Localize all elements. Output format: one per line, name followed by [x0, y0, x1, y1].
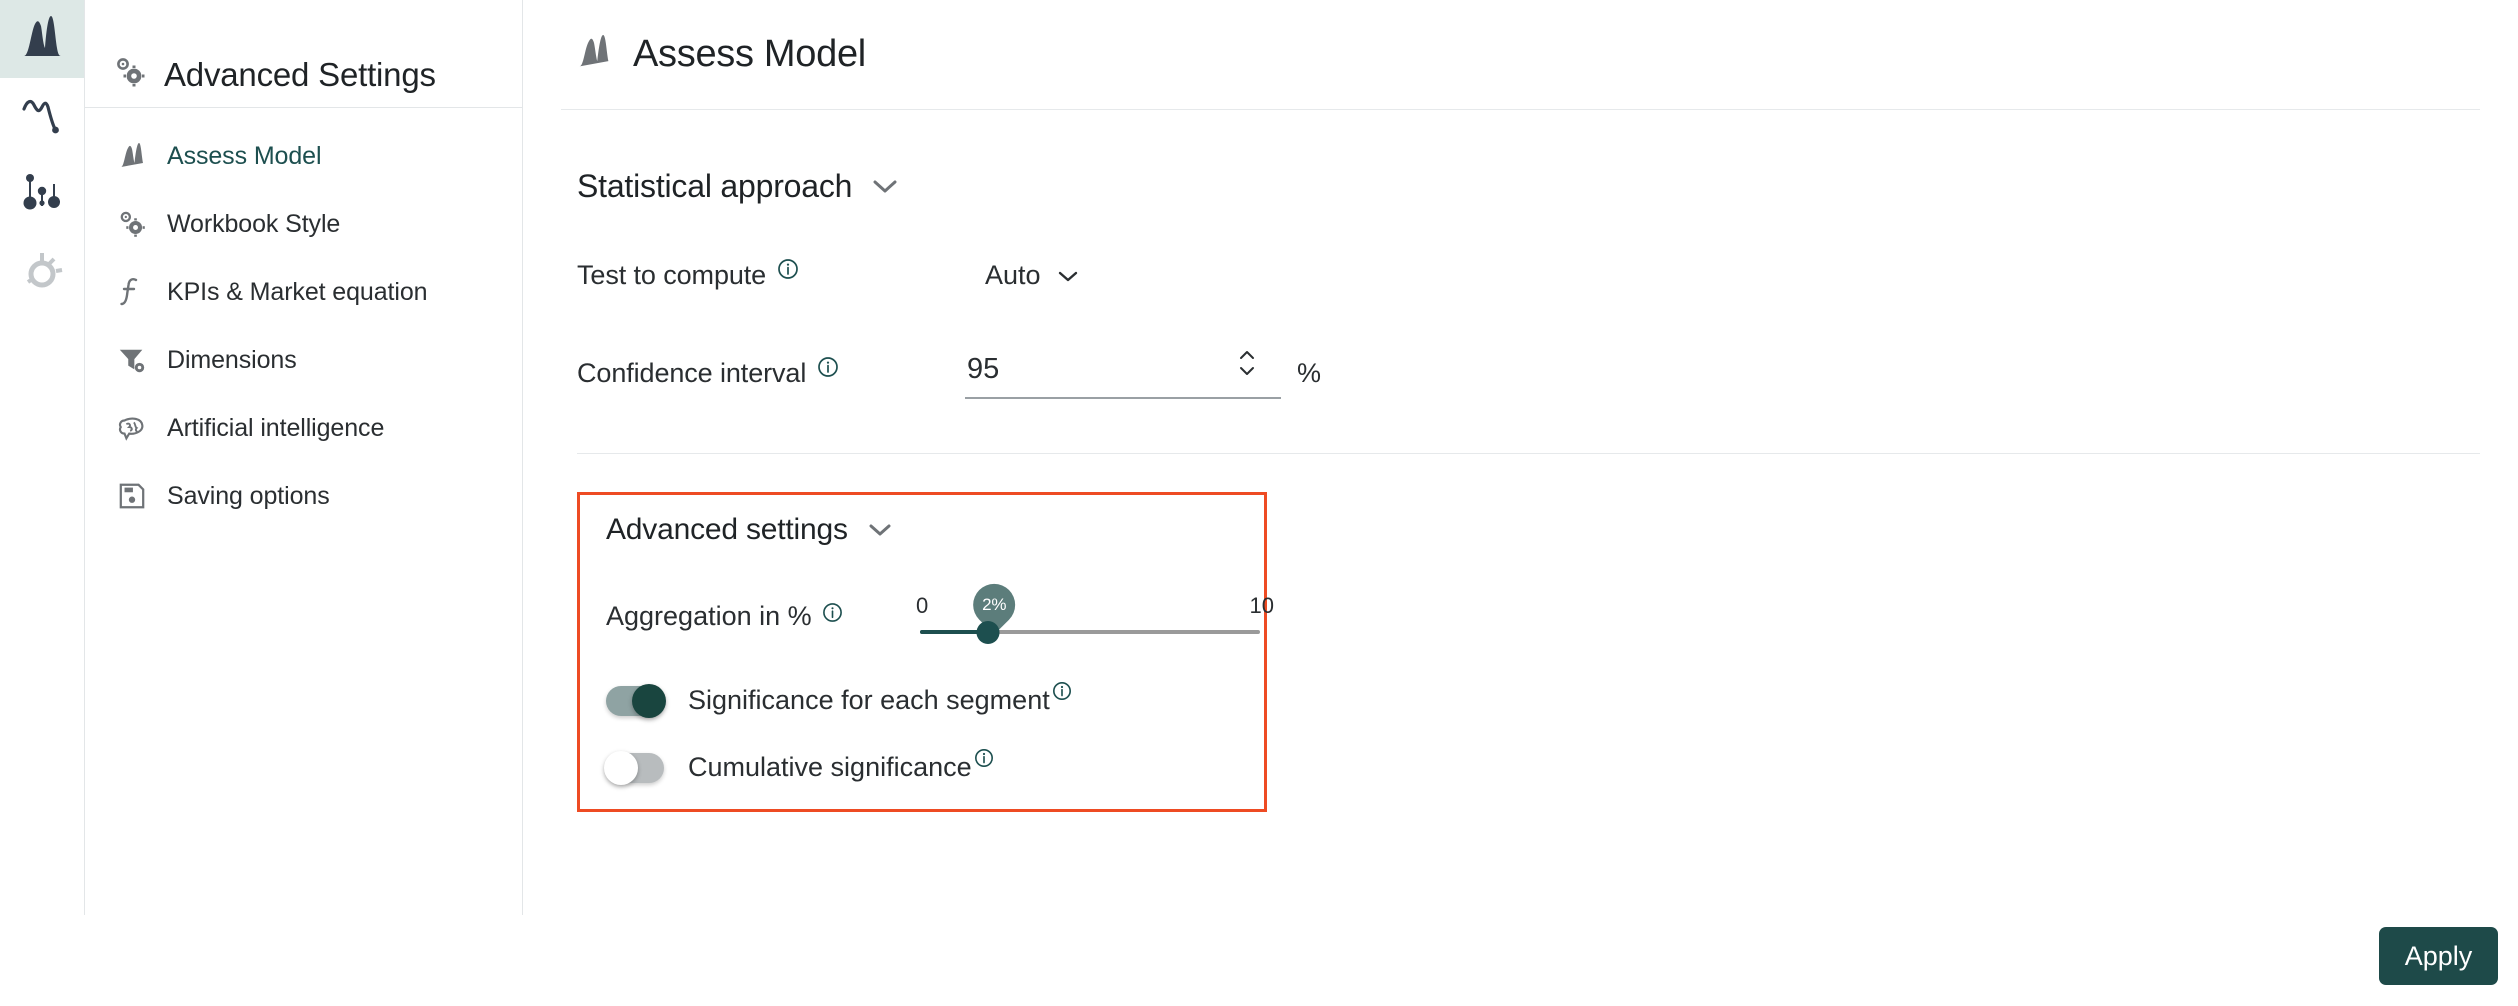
section-divider [577, 453, 2480, 454]
toggle-knob [632, 683, 666, 718]
info-icon[interactable] [817, 356, 839, 378]
toggle-label: Cumulative significance [688, 752, 972, 782]
page-title-text: Assess Model [633, 33, 866, 75]
advanced-settings-page: Advanced Settings Assess Model Workbook … [0, 0, 2518, 1006]
sidebar-item-assess-model[interactable]: Assess Model [85, 122, 522, 190]
distribution-icon [21, 14, 63, 65]
stepper-down-icon [1240, 367, 1254, 375]
test-to-compute-label-group: Test to compute [577, 258, 929, 291]
sidebar-item-kpis-market-equation[interactable]: KPIs & Market equation [85, 258, 522, 326]
confidence-interval-label: Confidence interval [577, 357, 807, 388]
rail-item-settings-dial[interactable] [0, 234, 84, 312]
slider-value-text: 2% [982, 594, 1007, 614]
filter-gear-icon [115, 345, 149, 375]
slider-thumb[interactable] [976, 621, 1000, 644]
advanced-settings-box: Advanced settings Aggregation in % 0 10 … [577, 492, 1274, 812]
confidence-interval-field[interactable] [965, 347, 1281, 399]
distribution-icon [577, 33, 611, 76]
test-to-compute-row: Test to compute Auto [577, 247, 2480, 303]
aggregation-label-group: Aggregation in % [606, 601, 898, 632]
cumulative-significance-toggle[interactable] [604, 750, 664, 785]
info-icon[interactable] [777, 258, 799, 280]
confidence-interval-unit: % [1297, 357, 1322, 388]
info-icon[interactable] [1052, 681, 1072, 701]
left-icon-rail [0, 0, 85, 1006]
rail-item-scatter-dots[interactable] [0, 156, 84, 234]
sidebar-item-label: Saving options [167, 481, 330, 510]
footer-bar: Apply [0, 915, 2518, 1006]
function-icon [115, 277, 149, 307]
sidebar-item-label: KPIs & Market equation [167, 277, 428, 306]
cumulative-significance-label-group: Cumulative significance [688, 749, 994, 783]
significance-each-segment-row: Significance for each segment [580, 682, 1264, 718]
chevron-down-icon [1057, 260, 1079, 291]
slider-min-label: 0 [916, 593, 929, 618]
save-icon [115, 482, 149, 510]
test-to-compute-value: Auto [985, 259, 1041, 290]
page-title: Assess Model [561, 0, 2480, 110]
gears-icon [113, 55, 147, 94]
sidebar-item-label: Artificial intelligence [167, 413, 385, 442]
settings-dial-icon [20, 249, 64, 298]
sidebar-item-label: Assess Model [167, 141, 322, 170]
rail-item-trend-line[interactable] [0, 78, 84, 156]
aggregation-slider[interactable]: 0 10 2% [916, 575, 1274, 649]
stepper-up-icon [1240, 351, 1254, 359]
statistical-approach-section: Statistical approach Test to compute Aut… [561, 168, 2480, 812]
sidebar-item-dimensions[interactable]: Dimensions [85, 326, 522, 394]
apply-button[interactable]: Apply [2379, 927, 2498, 985]
sidebar-item-artificial-intelligence[interactable]: Artificial intelligence [85, 394, 522, 462]
statistical-approach-label: Statistical approach [577, 168, 853, 204]
quantity-stepper[interactable] [1237, 349, 1257, 377]
aggregation-row: Aggregation in % 0 10 2% [580, 575, 1274, 649]
advanced-settings-label: Advanced settings [606, 513, 848, 546]
trend-line-icon [20, 93, 64, 142]
info-icon[interactable] [974, 748, 994, 768]
confidence-interval-label-group: Confidence interval [577, 356, 929, 389]
nav-header: Advanced Settings [85, 0, 522, 108]
nav-list: Assess Model Workbook Style KPIs & Marke… [85, 108, 522, 530]
statistical-approach-header[interactable]: Statistical approach [577, 168, 2480, 205]
confidence-interval-row: Confidence interval 95 % [577, 345, 2480, 401]
significance-each-segment-toggle[interactable] [606, 683, 666, 718]
sidebar-item-workbook-style[interactable]: Workbook Style [85, 190, 522, 258]
aggregation-label: Aggregation in % [606, 600, 812, 631]
sidebar-item-label: Dimensions [167, 345, 297, 374]
gears-icon [115, 209, 149, 239]
chevron-down-icon[interactable] [868, 523, 892, 538]
slider-max-label: 10 [1249, 593, 1274, 618]
settings-nav-panel: Advanced Settings Assess Model Workbook … [85, 0, 523, 915]
rail-item-distribution[interactable] [0, 0, 84, 78]
sidebar-item-saving-options[interactable]: Saving options [85, 462, 522, 530]
scatter-dots-icon [19, 170, 65, 221]
test-to-compute-dropdown[interactable]: Auto [985, 260, 1079, 291]
toggle-label: Significance for each segment [688, 685, 1050, 715]
cumulative-significance-row: Cumulative significance [580, 749, 1264, 785]
significance-each-segment-label-group: Significance for each segment [688, 682, 1072, 716]
nav-header-title: Advanced Settings [164, 55, 436, 93]
main-content: Assess Model Statistical approach Test t… [523, 0, 2518, 915]
chevron-down-icon[interactable] [872, 179, 898, 195]
confidence-interval-input[interactable] [965, 352, 1201, 392]
brain-icon [115, 413, 149, 443]
distribution-icon [115, 142, 149, 170]
toggle-knob [604, 750, 638, 785]
advanced-settings-header[interactable]: Advanced settings [580, 513, 1264, 547]
test-to-compute-label: Test to compute [577, 259, 767, 290]
sidebar-item-label: Workbook Style [167, 209, 341, 238]
info-icon[interactable] [822, 602, 843, 623]
